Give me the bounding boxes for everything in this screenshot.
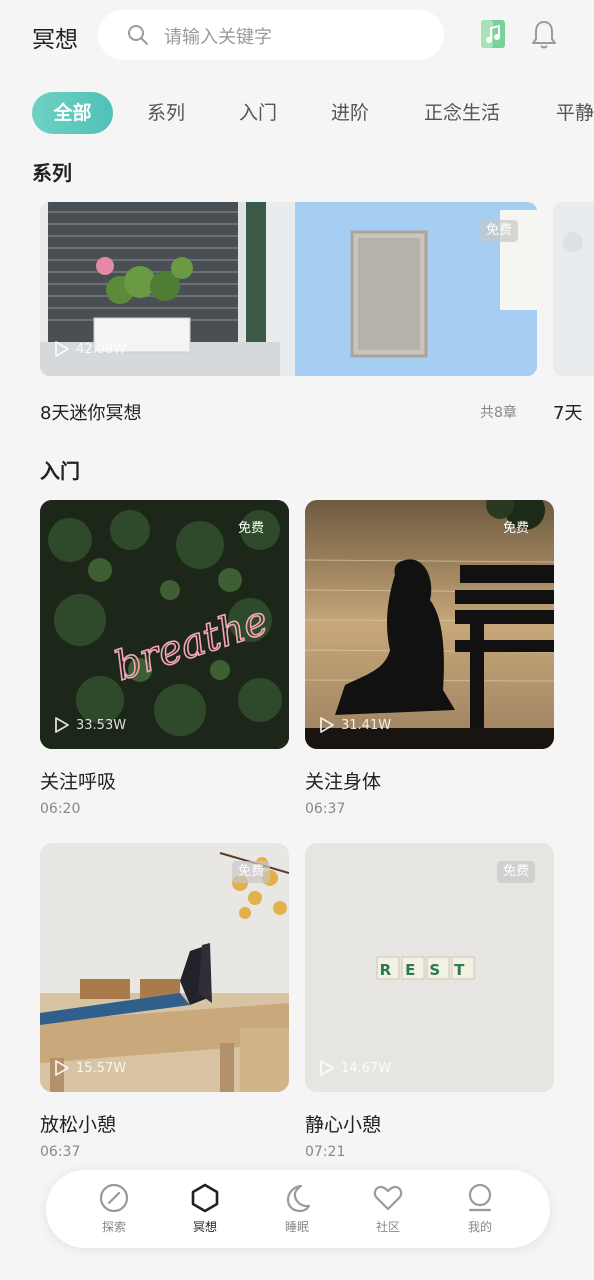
nav-label: 探索 — [101, 1220, 126, 1234]
tab-advanced[interactable]: 进阶 — [331, 92, 369, 134]
play-icon — [320, 717, 334, 733]
play-icon — [320, 1060, 334, 1076]
rest-tiles-text: REST — [380, 961, 479, 979]
heart-icon — [373, 1185, 403, 1211]
series-name[interactable]: 8天迷你冥想 — [40, 399, 141, 425]
card-image-relax[interactable]: 免费 15.57W — [40, 843, 289, 1092]
play-count-value: 33.53W — [76, 717, 127, 733]
play-count: 42.08W — [54, 340, 126, 358]
series-name-next[interactable]: 7天 — [553, 399, 582, 425]
tab-calm[interactable]: 平静 — [556, 92, 594, 134]
search-bar[interactable]: 请输入关键字 — [98, 10, 444, 60]
play-icon — [55, 1060, 69, 1076]
music-note-icon[interactable] — [478, 18, 508, 50]
free-badge: 免费 — [497, 861, 536, 883]
play-count-value: 14.67W — [341, 1060, 392, 1076]
play-count: 14.67W — [319, 1059, 391, 1077]
search-icon — [128, 25, 148, 45]
card-title[interactable]: 静心小憩 — [305, 1110, 381, 1137]
page-title: 冥想 — [32, 27, 78, 53]
compass-icon — [99, 1183, 129, 1213]
card-image-calm[interactable]: REST 免费 14.67W — [305, 843, 554, 1092]
moon-icon — [286, 1184, 311, 1213]
play-icon — [55, 717, 69, 733]
nav-item-sleep[interactable]: 睡眠 — [267, 1182, 327, 1242]
card-title[interactable]: 放松小憩 — [40, 1110, 116, 1137]
search-input[interactable]: 请输入关键字 — [164, 23, 272, 49]
section-title-intro: 入门 — [40, 459, 80, 483]
play-count-value: 31.41W — [341, 717, 392, 733]
card-duration: 07:21 — [305, 1144, 346, 1160]
card-title[interactable]: 关注身体 — [305, 767, 381, 794]
free-badge: 免费 — [238, 521, 265, 536]
header: 冥想 请输入关键字 — [0, 0, 594, 70]
card-duration: 06:20 — [40, 801, 81, 817]
tab-intro[interactable]: 入门 — [239, 92, 277, 134]
tab-all[interactable]: 全部 — [32, 92, 113, 134]
card-duration: 06:37 — [305, 801, 346, 817]
play-count-value: 15.57W — [76, 1060, 127, 1076]
play-count: 15.57W — [54, 1059, 126, 1077]
nav-item-explore[interactable]: 探索 — [84, 1182, 144, 1242]
series-chapter-count: 共8章 — [480, 405, 517, 421]
bottom-nav: 探索 冥想 睡眠 社区 我的 — [46, 1170, 550, 1248]
card-image-body[interactable]: 免费 31.41W — [305, 500, 554, 749]
tab-mindful-living[interactable]: 正念生活 — [424, 92, 500, 134]
card-title[interactable]: 关注呼吸 — [40, 767, 116, 794]
nav-label: 冥想 — [192, 1220, 217, 1234]
free-badge: 免费 — [480, 220, 519, 242]
series-card-image[interactable]: 免费 42.08W — [40, 202, 537, 376]
play-count: 33.53W — [54, 716, 126, 734]
nav-label: 我的 — [467, 1220, 492, 1234]
bell-icon[interactable] — [529, 18, 559, 50]
nav-item-profile[interactable]: 我的 — [450, 1182, 510, 1242]
nav-label: 睡眠 — [284, 1220, 309, 1234]
card-image-breath[interactable]: breathe 免费 33.53W — [40, 500, 289, 749]
series-card-next-image[interactable] — [553, 202, 594, 376]
play-count: 31.41W — [319, 716, 391, 734]
play-icon — [55, 341, 69, 357]
free-badge: 免费 — [503, 521, 530, 536]
tab-series[interactable]: 系列 — [147, 92, 185, 134]
hexagon-icon — [191, 1183, 219, 1213]
section-title-series: 系列 — [32, 161, 72, 185]
card-duration: 06:37 — [40, 1144, 81, 1160]
nav-label: 社区 — [375, 1220, 400, 1234]
nav-item-community[interactable]: 社区 — [358, 1182, 418, 1242]
series-next-cover-image — [553, 202, 594, 376]
play-count-value: 42.08W — [76, 341, 127, 357]
nav-item-meditation[interactable]: 冥想 — [175, 1182, 235, 1242]
free-badge: 免费 — [232, 861, 271, 883]
profile-icon — [468, 1183, 492, 1212]
category-tabs: 全部 系列 入门 进阶 正念生活 平静 — [0, 92, 594, 136]
